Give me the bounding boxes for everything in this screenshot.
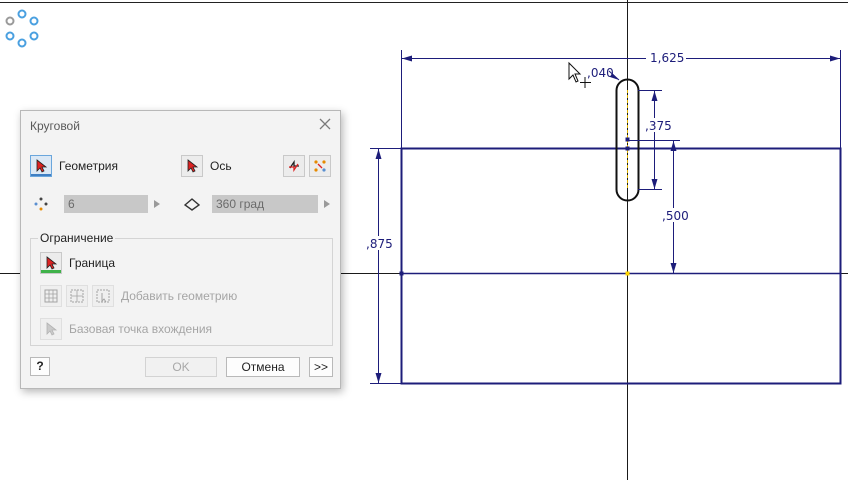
slot-center-point [625, 137, 630, 142]
fill-pattern-button[interactable] [40, 285, 62, 307]
grid-center-icon [70, 289, 84, 303]
svg-text:1,625: 1,625 [650, 51, 684, 65]
dimension-slot-width: ,040 [587, 66, 620, 81]
select-arrow-icon [46, 322, 58, 336]
dimension-overall-height: ,875 [366, 148, 401, 384]
constraint-group-title: Ограничение [38, 231, 116, 245]
svg-text:,375: ,375 [645, 119, 672, 133]
loading-spinner-icon [5, 9, 39, 48]
geometry-select-button[interactable] [30, 155, 52, 177]
boundary-row: Граница [40, 252, 115, 274]
angle-row: 360 град [183, 195, 330, 213]
select-arrow-icon [36, 159, 48, 173]
associative-button[interactable] [309, 155, 331, 177]
axis-row: Ось [181, 155, 232, 177]
flip-direction-icon [289, 159, 299, 173]
select-arrow-icon [187, 159, 199, 173]
center-point [625, 271, 630, 276]
help-button[interactable]: ? [30, 357, 50, 376]
angle-arrow-icon[interactable] [324, 200, 330, 208]
associative-icon [314, 160, 326, 172]
base-point-button[interactable] [40, 318, 62, 340]
center-pattern-button[interactable] [66, 285, 88, 307]
add-geometry-label: Добавить геометрию [121, 289, 238, 303]
svg-text:,500: ,500 [662, 209, 689, 223]
flip-direction-button[interactable] [283, 155, 305, 177]
slot-edge-point [625, 146, 630, 151]
add-geometry-row: Добавить геометрию [40, 285, 237, 307]
count-dots-icon [34, 197, 48, 211]
svg-text:,040: ,040 [587, 66, 614, 80]
angle-input[interactable]: 360 град [212, 195, 318, 213]
angle-icon [183, 198, 201, 211]
more-button[interactable]: >> [309, 357, 333, 377]
axis-label: Ось [210, 159, 232, 173]
cancel-button[interactable]: Отмена [226, 357, 300, 377]
add-geometry-icon [96, 289, 110, 303]
svg-text:,875: ,875 [366, 237, 393, 251]
dialog-title: Круговой [30, 119, 80, 133]
sketch-rectangle [400, 147, 842, 385]
count-arrow-icon[interactable] [154, 200, 160, 208]
circular-pattern-dialog: Круговой Геометрия Ось 6 360 град Ограни… [20, 110, 341, 389]
boundary-label: Граница [69, 256, 116, 270]
select-arrow-icon [46, 256, 58, 270]
grid-fill-icon [44, 289, 58, 303]
base-point-label: Базовая точка вхождения [69, 322, 213, 336]
geometry-row: Геометрия [30, 155, 118, 177]
axis-select-button[interactable] [181, 155, 203, 177]
geometry-label: Геометрия [59, 159, 118, 173]
boundary-select-button[interactable] [40, 252, 62, 274]
left-midpoint [399, 271, 404, 276]
ok-button[interactable]: OK [145, 357, 217, 377]
base-point-row: Базовая точка вхождения [40, 318, 212, 340]
add-geometry-button[interactable] [92, 285, 114, 307]
dimension-overall-width: 1,625 [401, 50, 841, 148]
count-input[interactable]: 6 [64, 195, 148, 213]
count-row: 6 [33, 195, 160, 213]
close-icon[interactable] [318, 117, 332, 131]
